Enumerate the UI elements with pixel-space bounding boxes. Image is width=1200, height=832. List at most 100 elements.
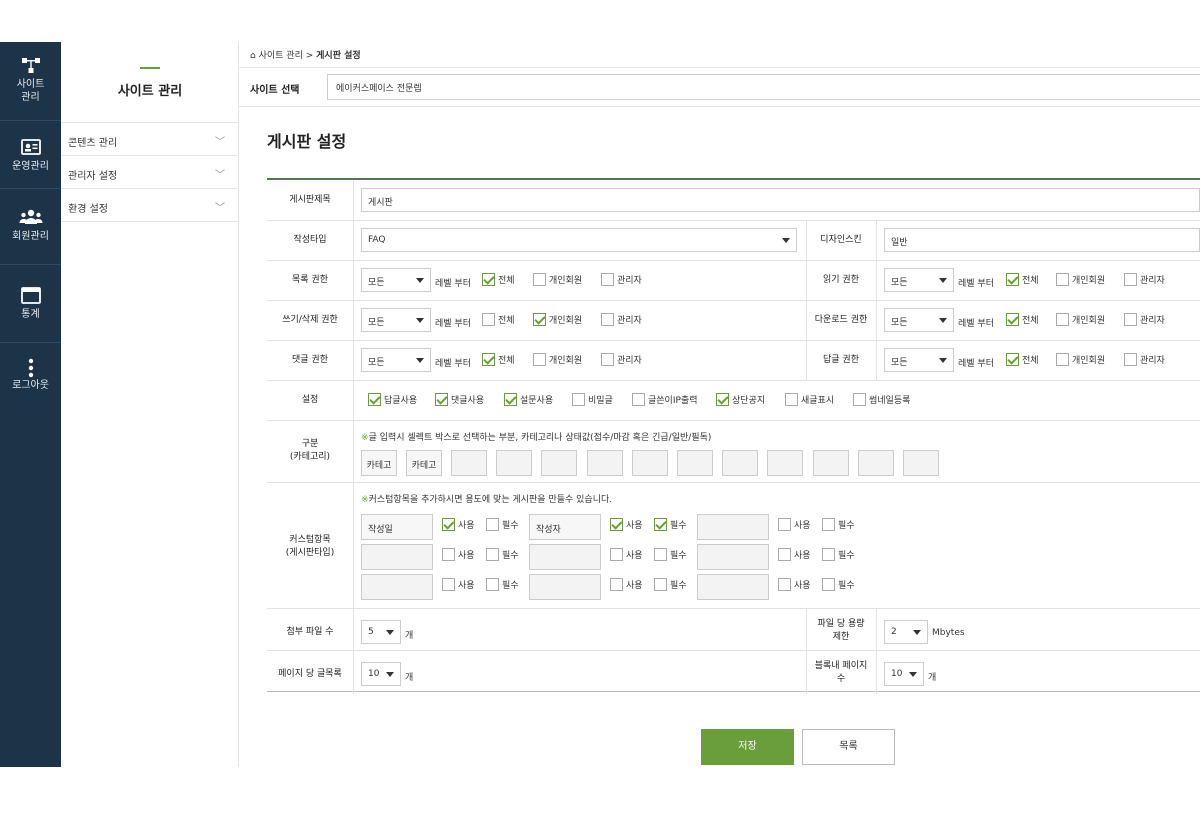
list-all-checkbox[interactable]: 전체 [482, 273, 515, 286]
custom-field-input[interactable] [529, 574, 601, 600]
custom-field-input[interactable] [529, 544, 601, 570]
category-input[interactable]: 카테고 [406, 450, 442, 476]
submenu-item-admin-settings[interactable]: 관리자 설정 ﹀ [61, 156, 239, 189]
category-input[interactable]: 카테고 [361, 450, 397, 476]
custom-required-checkbox[interactable]: 필수 [654, 578, 687, 591]
rail-item-statistics[interactable]: 통계 [0, 286, 61, 321]
checkbox-icon [601, 313, 614, 326]
attach-count-label: 첨부 파일 수 [286, 627, 334, 637]
category-input[interactable] [587, 450, 623, 476]
download-member-checkbox[interactable]: 개인회원 [1056, 313, 1105, 326]
custom-field-input[interactable] [697, 544, 769, 570]
custom-use-checkbox[interactable]: 사용 [610, 518, 643, 531]
rail-item-operations[interactable]: 운영관리 [0, 138, 61, 173]
block-pages-select[interactable]: 10 [884, 662, 924, 686]
reply-member-checkbox[interactable]: 개인회원 [1056, 353, 1105, 366]
list-button[interactable]: 목록 [802, 729, 895, 765]
custom-use-checkbox[interactable]: 사용 [442, 548, 475, 561]
save-button[interactable]: 저장 [701, 729, 794, 765]
custom-use-checkbox[interactable]: 사용 [778, 548, 811, 561]
custom-use-checkbox[interactable]: 사용 [610, 578, 643, 591]
read-admin-checkbox[interactable]: 관리자 [1124, 273, 1165, 286]
reply-all-checkbox[interactable]: 전체 [1006, 353, 1039, 366]
read-level-select[interactable]: 모든 [884, 268, 954, 292]
checkbox-label: 전체 [498, 356, 515, 366]
download-level-select[interactable]: 모든 [884, 308, 954, 332]
write-member-checkbox[interactable]: 개인회원 [533, 313, 582, 326]
checkbox-label: 필수 [502, 551, 519, 561]
site-select-field[interactable]: 에이커스페이스 전문렙 [327, 74, 1200, 100]
rail-label: 로그아웃 [12, 380, 49, 391]
submenu-item-environment[interactable]: 환경 설정 ﹀ [61, 189, 239, 222]
custom-field-input[interactable]: 작성일 [361, 514, 433, 540]
write-type-select[interactable]: FAQ [361, 228, 797, 252]
category-input[interactable] [677, 450, 713, 476]
setting-thumbnail-checkbox[interactable]: 썸네일등록 [853, 393, 910, 406]
custom-required-checkbox[interactable]: 필수 [822, 578, 855, 591]
submenu-item-contents[interactable]: 콘텐츠 관리 ﹀ [61, 123, 239, 156]
file-size-select[interactable]: 2 [884, 620, 928, 644]
comment-level-select[interactable]: 모든 [361, 348, 431, 372]
category-input[interactable] [813, 450, 849, 476]
setting-ip-checkbox[interactable]: 글쓴이IP출력 [632, 393, 697, 406]
category-input[interactable] [451, 450, 487, 476]
list-member-checkbox[interactable]: 개인회원 [533, 273, 582, 286]
category-input[interactable] [496, 450, 532, 476]
category-input[interactable] [541, 450, 577, 476]
per-page-select[interactable]: 10 [361, 662, 401, 686]
custom-field-input[interactable] [361, 544, 433, 570]
setting-reply-checkbox[interactable]: 답글사용 [368, 393, 417, 406]
list-admin-checkbox[interactable]: 관리자 [601, 273, 642, 286]
write-admin-checkbox[interactable]: 관리자 [601, 313, 642, 326]
rail-item-site-admin[interactable]: 사이트 관리 [0, 56, 61, 104]
setting-comment-checkbox[interactable]: 댓글사용 [435, 393, 484, 406]
setting-survey-checkbox[interactable]: 설문사용 [504, 393, 553, 406]
read-member-checkbox[interactable]: 개인회원 [1056, 273, 1105, 286]
category-input[interactable] [858, 450, 894, 476]
custom-required-checkbox[interactable]: 필수 [654, 518, 687, 531]
category-input[interactable] [903, 450, 939, 476]
rail-item-members[interactable]: 회원관리 [0, 208, 61, 243]
checkbox-checked-icon [1006, 273, 1019, 286]
comment-all-checkbox[interactable]: 전체 [482, 353, 515, 366]
custom-use-checkbox[interactable]: 사용 [778, 578, 811, 591]
attach-count-select[interactable]: 5 [361, 620, 401, 644]
custom-required-checkbox[interactable]: 필수 [486, 518, 519, 531]
category-input[interactable] [632, 450, 668, 476]
comment-member-checkbox[interactable]: 개인회원 [533, 353, 582, 366]
custom-required-checkbox[interactable]: 필수 [654, 548, 687, 561]
custom-field-input[interactable] [697, 514, 769, 540]
category-input[interactable] [722, 450, 758, 476]
custom-field-input[interactable]: 작성자 [529, 514, 601, 540]
setting-secret-checkbox[interactable]: 비밀글 [572, 393, 613, 406]
custom-field-input[interactable] [697, 574, 769, 600]
design-skin-input[interactable]: 일반 [884, 228, 1200, 252]
list-level-select[interactable]: 모든 [361, 268, 431, 292]
custom-field-input[interactable] [361, 574, 433, 600]
custom-required-checkbox[interactable]: 필수 [486, 578, 519, 591]
comment-admin-checkbox[interactable]: 관리자 [601, 353, 642, 366]
checkbox-label: 사용 [458, 581, 475, 591]
write-level-select[interactable]: 모든 [361, 308, 431, 332]
checkbox-checked-icon [482, 353, 495, 366]
read-all-checkbox[interactable]: 전체 [1006, 273, 1039, 286]
reply-level-select[interactable]: 모든 [884, 348, 954, 372]
custom-required-checkbox[interactable]: 필수 [822, 548, 855, 561]
custom-use-checkbox[interactable]: 사용 [442, 578, 475, 591]
setting-new-post-checkbox[interactable]: 새글표시 [785, 393, 834, 406]
category-input[interactable] [767, 450, 803, 476]
download-admin-checkbox[interactable]: 관리자 [1124, 313, 1165, 326]
download-all-checkbox[interactable]: 전체 [1006, 313, 1039, 326]
breadcrumb-home[interactable]: 사이트 관리 [259, 51, 303, 61]
write-all-checkbox[interactable]: 전체 [482, 313, 515, 326]
board-title-input[interactable]: 게시판 [361, 188, 1200, 212]
reply-admin-checkbox[interactable]: 관리자 [1124, 353, 1165, 366]
custom-use-checkbox[interactable]: 사용 [610, 548, 643, 561]
rail-item-logout[interactable]: 로그아웃 [0, 357, 61, 392]
custom-required-checkbox[interactable]: 필수 [822, 518, 855, 531]
custom-required-checkbox[interactable]: 필수 [486, 548, 519, 561]
setting-top-notice-checkbox[interactable]: 상단공지 [716, 393, 765, 406]
home-icon[interactable]: ⌂ [250, 51, 256, 61]
custom-use-checkbox[interactable]: 사용 [442, 518, 475, 531]
custom-use-checkbox[interactable]: 사용 [778, 518, 811, 531]
